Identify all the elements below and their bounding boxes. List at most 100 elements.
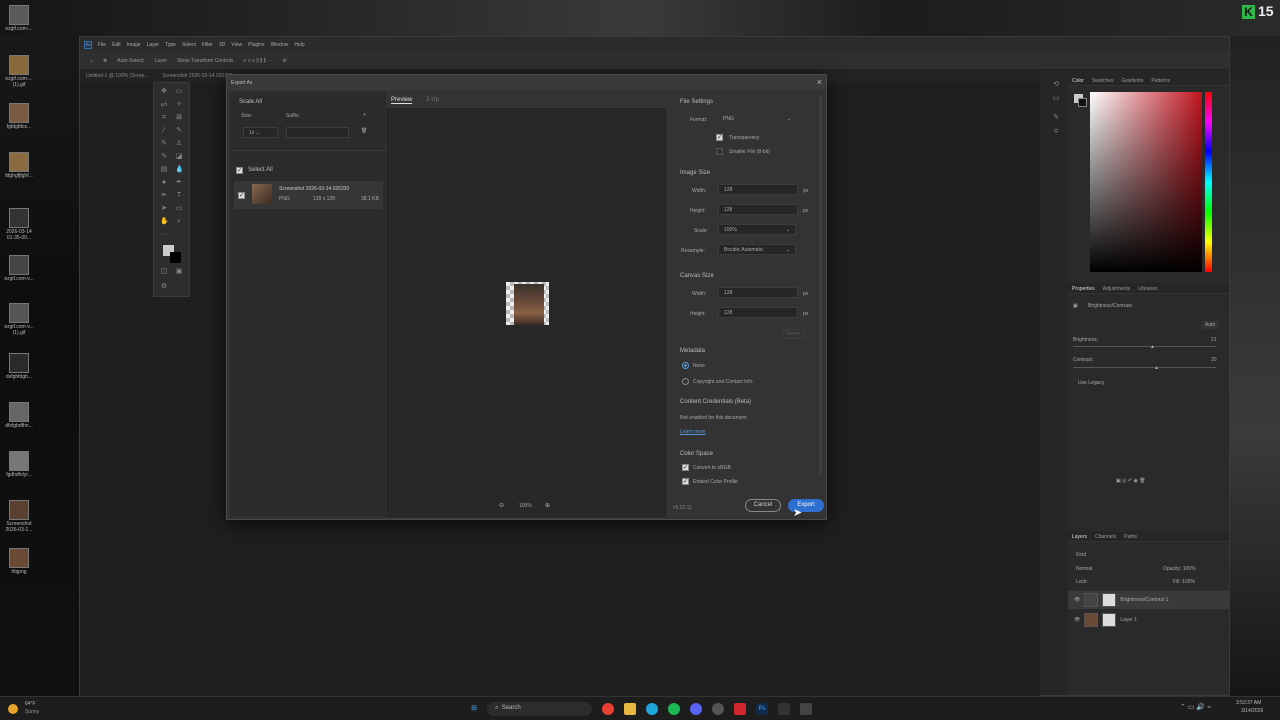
comment-icon[interactable]: ▭ <box>1052 95 1060 103</box>
hue-slider[interactable] <box>1205 92 1212 272</box>
home-icon[interactable]: ⌂ <box>90 58 93 64</box>
opacity[interactable]: Opacity: 100% <box>1163 566 1196 572</box>
tab-channels[interactable]: Channels <box>1095 534 1116 540</box>
cancel-button[interactable]: Cancel <box>745 499 781 512</box>
close-icon[interactable]: × <box>817 77 822 87</box>
clock-date[interactable]: 3/14/2026 <box>1241 708 1263 714</box>
zoom-out-icon[interactable]: ⊖ <box>499 502 504 509</box>
tab-swatches[interactable]: Swatches <box>1092 78 1114 84</box>
desktop-icon[interactable]: fgdhdfvlyr... <box>2 451 36 478</box>
eye-icon[interactable]: 👁 <box>1074 617 1080 623</box>
hand-tool-icon[interactable]: ✋ <box>160 218 169 226</box>
auto-button[interactable]: Auto <box>1202 321 1219 329</box>
align-icons[interactable]: ≡ ≡ ≡ ⫼ ⫼ ⫼ ··· <box>243 58 272 64</box>
remove-icon[interactable]: 🗑 <box>361 128 367 134</box>
eye-icon[interactable]: 👁 <box>1074 597 1080 603</box>
desktop-icon[interactable]: ezgif.com-... <box>2 5 36 32</box>
tab-2up[interactable]: 2-Up <box>426 97 439 103</box>
weather-icon[interactable] <box>8 704 18 714</box>
metadata-copyright-radio[interactable] <box>682 378 689 385</box>
adobe-icon[interactable] <box>734 703 746 715</box>
menu-plugins[interactable]: Plugins <box>248 42 264 48</box>
menu-type[interactable]: Type <box>165 42 176 48</box>
layer-row[interactable]: 👁 Layer 1 <box>1068 611 1229 629</box>
brush-tool-icon[interactable]: ✎ <box>160 140 168 148</box>
frame-tool-icon[interactable]: ⊠ <box>175 114 183 122</box>
pen-tool-icon[interactable]: ✒ <box>160 192 168 200</box>
photoshop-taskbar-icon[interactable]: Ps <box>756 703 768 715</box>
learn-more-link[interactable]: Learn more <box>680 429 706 435</box>
brightness-value[interactable]: 21 <box>1211 337 1217 343</box>
screen-mode-icon[interactable]: ▣ <box>175 268 183 276</box>
reset-button[interactable]: Reset <box>782 329 806 339</box>
format-dropdown[interactable]: PNG ⌄ <box>718 114 796 125</box>
menu-layer[interactable]: Layer <box>147 42 160 48</box>
bg-swatch[interactable] <box>1078 98 1087 107</box>
desktop-icon[interactable]: ezgif.com-v... (1).gif <box>2 303 36 336</box>
menu-filter[interactable]: Filter <box>202 42 213 48</box>
fill[interactable]: Fill: 100% <box>1173 579 1195 585</box>
tab-layers[interactable]: Layers <box>1072 534 1087 540</box>
tab-color[interactable]: Color <box>1072 78 1084 84</box>
desktop-icon[interactable]: dfsfgbdfhn... <box>2 402 36 429</box>
healing-icon[interactable]: ✎ <box>175 127 183 135</box>
layer-filter[interactable]: Kind <box>1076 552 1086 558</box>
spotify-icon[interactable] <box>668 703 680 715</box>
suffix-input[interactable] <box>286 127 349 138</box>
menu-view[interactable]: View <box>231 42 242 48</box>
crop-tool-icon[interactable]: ⌗ <box>160 114 168 122</box>
properties-footer-icons[interactable]: ▣ ◎ ↶ ◉ 🗑 <box>1116 478 1146 484</box>
move-tool-icon[interactable]: ✥ <box>103 58 107 64</box>
chrome-icon[interactable] <box>602 703 614 715</box>
background-color[interactable] <box>170 252 181 263</box>
desktop-icon[interactable]: hbjpng <box>2 548 36 575</box>
tab-adjustments[interactable]: Adjustments <box>1103 286 1131 292</box>
desktop-icon[interactable]: fgfdgfdcs... <box>2 103 36 130</box>
history-brush-icon[interactable]: ✎ <box>160 153 168 161</box>
convert-srgb-checkbox[interactable]: ✓ <box>682 464 689 471</box>
auto-select-checkbox[interactable]: Auto-Select: <box>117 58 144 64</box>
menu-image[interactable]: Image <box>127 42 141 48</box>
canvas-height-input[interactable]: 128 <box>718 307 798 318</box>
smaller-file-checkbox[interactable] <box>716 148 723 155</box>
blend-mode[interactable]: Normal <box>1076 566 1092 572</box>
edit-toolbar-icon[interactable]: ⚙ <box>160 283 168 291</box>
file-explorer-icon[interactable] <box>624 703 636 715</box>
metadata-none-radio[interactable] <box>682 362 689 369</box>
discord-icon[interactable] <box>690 703 702 715</box>
contrast-slider[interactable] <box>1073 367 1216 368</box>
color-picker-field[interactable] <box>1090 92 1202 272</box>
desktop-icon[interactable]: fdghgfjfghf... <box>2 152 36 179</box>
desktop-icon[interactable]: ezgif.com-... (1).gif <box>2 55 36 88</box>
settings-scrollbar[interactable] <box>819 95 822 475</box>
eyedropper-icon[interactable]: ⁄ <box>160 127 168 135</box>
edge-icon[interactable] <box>646 703 658 715</box>
path-select-icon[interactable]: ➤ <box>160 205 168 213</box>
brightness-handle[interactable]: ▲ <box>1150 344 1155 350</box>
asset-row[interactable]: ✓ Screenshot 2026-03-14 035330 PNG 128 x… <box>234 181 383 209</box>
desktop-icon[interactable]: 2026-03-14 01-35-00... <box>2 208 36 241</box>
rectangle-tool-icon[interactable]: ▭ <box>175 205 183 213</box>
adjust-icon[interactable]: ≑ <box>1052 128 1060 136</box>
menu-select[interactable]: Select <box>182 42 196 48</box>
pen-tool-icon[interactable]: ✒ <box>175 179 183 187</box>
menu-window[interactable]: Window <box>271 42 289 48</box>
layer-dropdown[interactable]: Layer <box>154 58 167 64</box>
canvas-width-input[interactable]: 128 <box>718 287 798 298</box>
zoom-tool-icon[interactable]: ⌕ <box>175 218 183 226</box>
menu-help[interactable]: Help <box>294 42 304 48</box>
brush-settings-icon[interactable]: ✎ <box>1052 114 1060 122</box>
obs-icon[interactable] <box>712 703 724 715</box>
tab-preview[interactable]: Preview <box>391 97 413 104</box>
windows-start-icon[interactable]: ⊞ <box>468 703 480 715</box>
more-tools-icon[interactable]: ··· <box>160 231 168 239</box>
type-tool-icon[interactable]: T <box>175 192 183 200</box>
magic-wand-icon[interactable]: ✧ <box>175 101 183 109</box>
scale-select[interactable]: 100% ⌄ <box>718 224 796 235</box>
tab-patterns[interactable]: Patterns <box>1151 78 1170 84</box>
gradient-tool-icon[interactable]: ▤ <box>160 166 168 174</box>
menu-edit[interactable]: Edit <box>112 42 121 48</box>
dodge-tool-icon[interactable]: ● <box>160 179 168 187</box>
tab-libraries[interactable]: Libraries <box>1138 286 1157 292</box>
gear-icon[interactable]: ⚙ <box>282 58 286 64</box>
